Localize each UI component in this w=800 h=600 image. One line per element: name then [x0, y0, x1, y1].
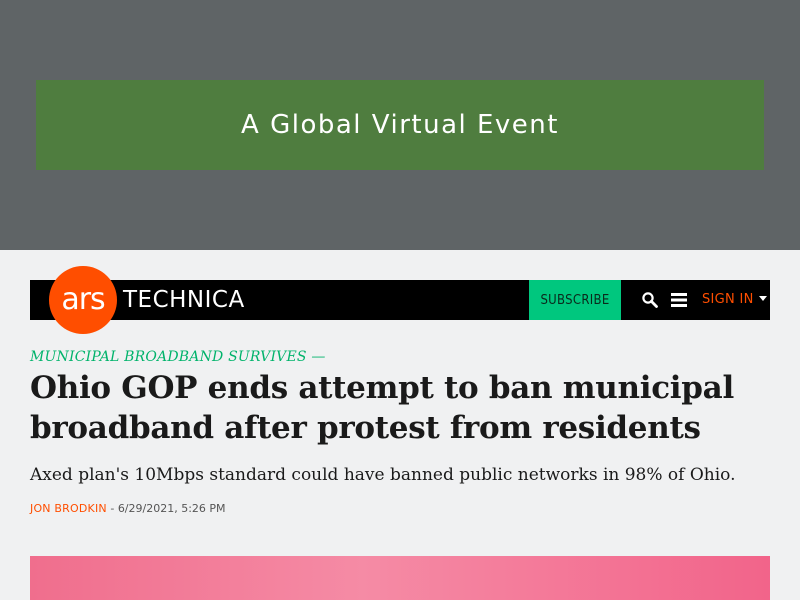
ad-area: A Global Virtual Event: [0, 0, 800, 250]
ad-banner[interactable]: A Global Virtual Event: [36, 80, 764, 170]
sign-in-button[interactable]: SIGN IN: [702, 280, 767, 320]
byline-separator: -: [106, 502, 118, 515]
article-subheadline: Axed plan's 10Mbps standard could have b…: [30, 465, 736, 485]
ad-banner-text: A Global Virtual Event: [241, 110, 559, 140]
subscribe-button[interactable]: SUBSCRIBE: [529, 280, 621, 320]
logo-ars-text: ars: [61, 281, 105, 317]
article-kicker: MUNICIPAL BROADBAND SURVIVES —: [30, 349, 326, 365]
publish-date: 6/29/2021, 5:26 PM: [117, 502, 226, 515]
article-byline: JON BRODKIN - 6/29/2021, 5:26 PM: [30, 501, 226, 517]
sign-in-label: SIGN IN: [702, 292, 754, 307]
logo-technica-text[interactable]: TECHNICA: [123, 284, 245, 316]
chevron-down-icon: [758, 296, 767, 301]
menu-icon[interactable]: [671, 292, 687, 308]
author-link[interactable]: JON BRODKIN: [30, 502, 107, 515]
hero-image: [30, 556, 770, 600]
article-headline: Ohio GOP ends attempt to ban municipal b…: [30, 370, 734, 446]
search-icon[interactable]: [641, 291, 659, 309]
site-logo[interactable]: ars: [49, 266, 117, 334]
